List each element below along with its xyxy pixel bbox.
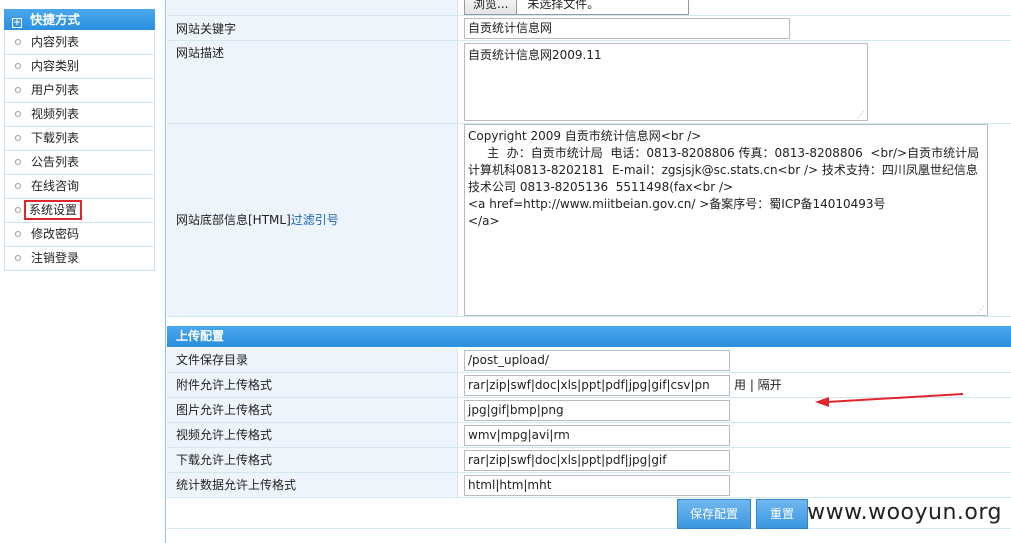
save-dir-row: 文件保存目录 /post_upload/ <box>167 348 1011 373</box>
resize-grip-icon[interactable]: ⋰ <box>977 306 985 314</box>
sidebar-title: 快捷方式 <box>30 12 81 27</box>
stats-formats-row: 统计数据允许上传格式 html|htm|mht <box>167 473 1011 498</box>
bullet-icon <box>15 231 21 237</box>
annotation-arrow-icon <box>815 393 964 407</box>
row-label <box>167 0 458 15</box>
attachment-formats-input[interactable]: rar|zip|swf|doc|xls|ppt|pdf|jpg|gif|csv|… <box>464 375 730 396</box>
footer-value: Copyright 2009 自贡市统计信息网<br /> 主 办：自贡市统计局… <box>459 124 1011 316</box>
sidebar-item-user-list[interactable]: 用户列表 <box>4 79 155 103</box>
divider <box>167 528 1011 529</box>
save-dir-input[interactable]: /post_upload/ <box>464 350 730 371</box>
keywords-value: 自贡统计信息网 <box>459 16 1011 40</box>
sidebar-item-label: 在线咨询 <box>31 179 80 193</box>
sidebar-item-video-list[interactable]: 视频列表 <box>4 103 155 127</box>
description-text: 自贡统计信息网2009.11 <box>468 48 602 62</box>
video-formats-input[interactable]: wmv|mpg|avi|rm <box>464 425 730 446</box>
sidebar-item-label: 公告列表 <box>31 155 80 169</box>
save-dir-value: /post_upload/ <box>459 348 1011 372</box>
sidebar-item-label: 内容类别 <box>31 59 80 73</box>
image-formats-input[interactable]: jpg|gif|bmp|png <box>464 400 730 421</box>
sidebar-item-content-category[interactable]: 内容类别 <box>4 55 155 79</box>
sidebar-item-label: 内容列表 <box>31 35 80 49</box>
separator-hint: 用 | 隔开 <box>734 378 782 392</box>
footer-textarea[interactable]: Copyright 2009 自贡市统计信息网<br /> 主 办：自贡市统计局… <box>464 124 988 316</box>
upload-config-header: 上传配置 <box>167 326 1011 347</box>
download-formats-row: 下载允许上传格式 rar|zip|swf|doc|xls|ppt|pdf|jpg… <box>167 448 1011 473</box>
sidebar-item-download-list[interactable]: 下载列表 <box>4 127 155 151</box>
sidebar-item-label: 修改密码 <box>31 227 80 241</box>
sidebar-item-system-settings[interactable]: 系统设置 <box>4 199 155 223</box>
file-input[interactable]: 浏览... 未选择文件。 <box>464 0 689 15</box>
stats-formats-input[interactable]: html|htm|mht <box>464 475 730 496</box>
footer-label-cell: 网站底部信息[HTML]过滤引号 <box>167 124 458 316</box>
save-config-button[interactable]: 保存配置 <box>677 499 751 529</box>
bullet-icon <box>15 111 21 117</box>
row-value: 浏览... 未选择文件。 <box>459 0 1011 15</box>
keywords-row: 网站关键字 自贡统计信息网 <box>167 16 1011 41</box>
video-formats-label: 视频允许上传格式 <box>167 423 458 447</box>
video-formats-row: 视频允许上传格式 wmv|mpg|avi|rm <box>167 423 1011 448</box>
keywords-label: 网站关键字 <box>167 16 458 40</box>
video-formats-value: wmv|mpg|avi|rm <box>459 423 1011 447</box>
bullet-icon <box>15 207 21 213</box>
resize-grip-icon[interactable]: ⋰ <box>857 111 865 119</box>
footer-row: 网站底部信息[HTML]过滤引号 Copyright 2009 自贡市统计信息网… <box>167 124 1011 317</box>
sidebar-item-content-list[interactable]: 内容列表 <box>4 31 155 55</box>
description-row: 网站描述 自贡统计信息网2009.11 ⋰ <box>167 41 1011 124</box>
sidebar-item-label-highlighted: 系统设置 <box>24 200 83 220</box>
expand-icon: + <box>12 18 22 28</box>
watermark: www.wooyun.org <box>807 500 1002 525</box>
logo-upload-row: 浏览... 未选择文件。 <box>167 0 1011 16</box>
sidebar-header: + 快捷方式 <box>4 9 155 30</box>
description-textarea[interactable]: 自贡统计信息网2009.11 ⋰ <box>464 43 868 121</box>
reset-button[interactable]: 重置 <box>756 499 808 529</box>
filter-quotes-link[interactable]: 过滤引号 <box>291 213 339 227</box>
save-dir-label: 文件保存目录 <box>167 348 458 372</box>
sidebar-item-label: 用户列表 <box>31 83 80 97</box>
sidebar-item-change-password[interactable]: 修改密码 <box>4 223 155 247</box>
stats-formats-label: 统计数据允许上传格式 <box>167 473 458 497</box>
bullet-icon <box>15 39 21 45</box>
image-formats-label: 图片允许上传格式 <box>167 398 458 422</box>
sidebar-item-online-consult[interactable]: 在线咨询 <box>4 175 155 199</box>
download-formats-label: 下载允许上传格式 <box>167 448 458 472</box>
bullet-icon <box>15 159 21 165</box>
description-value: 自贡统计信息网2009.11 ⋰ <box>459 41 1011 123</box>
keywords-input[interactable]: 自贡统计信息网 <box>464 18 790 39</box>
download-formats-value: rar|zip|swf|doc|xls|ppt|pdf|jpg|gif <box>459 448 1011 472</box>
stats-formats-value: html|htm|mht <box>459 473 1011 497</box>
attachment-formats-label: 附件允许上传格式 <box>167 373 458 397</box>
sidebar: + 快捷方式 内容列表 内容类别 用户列表 视频列表 下载列表 公告列表 在线咨询… <box>0 0 166 543</box>
sidebar-item-label: 视频列表 <box>31 107 80 121</box>
bullet-icon <box>15 63 21 69</box>
sidebar-item-label: 注销登录 <box>31 251 80 265</box>
download-formats-input[interactable]: rar|zip|swf|doc|xls|ppt|pdf|jpg|gif <box>464 450 730 471</box>
main-content: 浏览... 未选择文件。 网站关键字 自贡统计信息网 网站描述 自贡统计信息网2… <box>167 0 1011 543</box>
footer-text: Copyright 2009 自贡市统计信息网<br /> 主 办：自贡市统计局… <box>468 129 980 228</box>
sidebar-item-logout[interactable]: 注销登录 <box>4 247 155 271</box>
bullet-icon <box>15 183 21 189</box>
sidebar-item-notice-list[interactable]: 公告列表 <box>4 151 155 175</box>
footer-label: 网站底部信息[HTML] <box>176 213 291 227</box>
sidebar-item-label: 下载列表 <box>31 131 80 145</box>
bullet-icon <box>15 135 21 141</box>
bullet-icon <box>15 255 21 261</box>
description-label: 网站描述 <box>167 41 458 123</box>
bullet-icon <box>15 87 21 93</box>
browse-button[interactable]: 浏览... <box>465 0 518 14</box>
no-file-text: 未选择文件。 <box>527 0 600 11</box>
